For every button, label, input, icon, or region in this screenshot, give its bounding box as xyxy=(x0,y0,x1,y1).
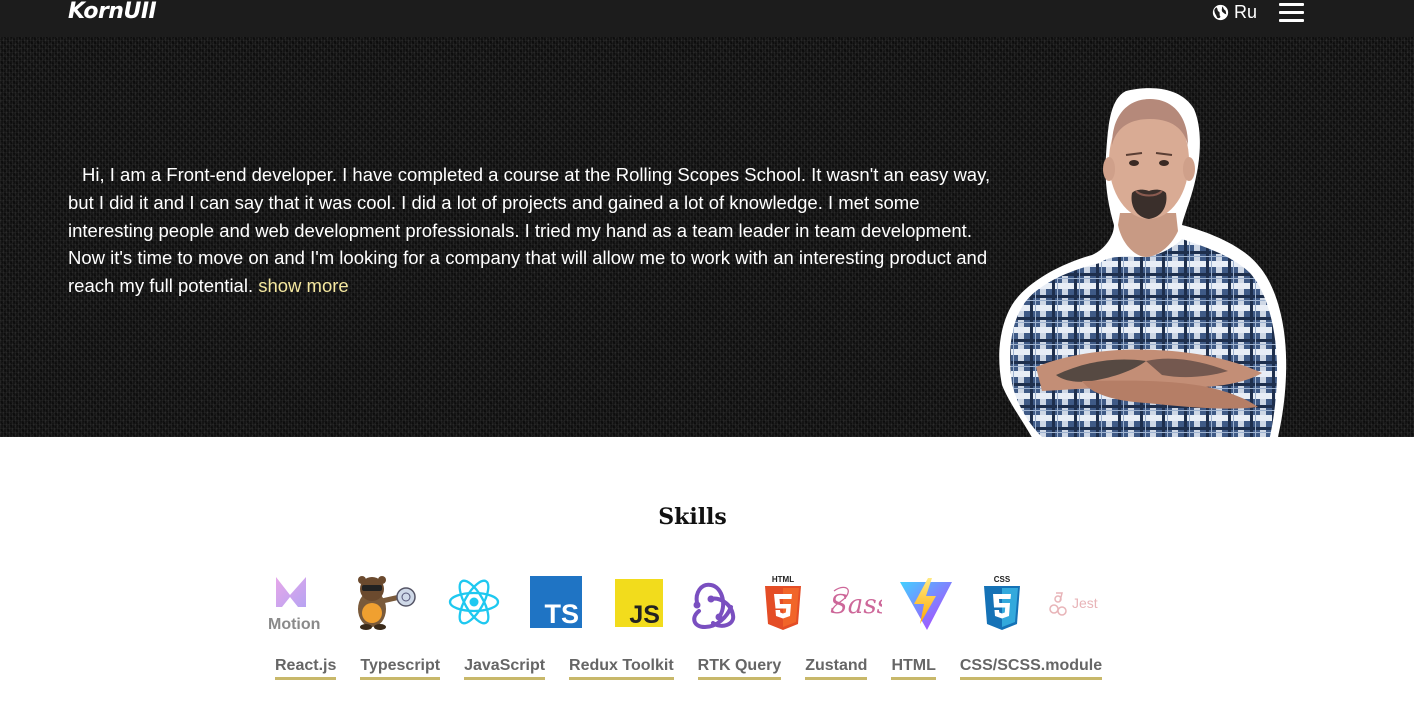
css3-icon: CSS xyxy=(984,575,1020,630)
html5-icon: HTML xyxy=(765,575,801,630)
hero-section: Hi, I am a Front-end developer. I have c… xyxy=(0,37,1414,437)
svg-text:Motion: Motion xyxy=(268,616,320,633)
skill-tab-zustand[interactable]: Zustand xyxy=(805,656,868,680)
svg-text:TS: TS xyxy=(544,599,579,628)
skill-tab-html[interactable]: HTML xyxy=(891,656,936,680)
javascript-icon: JS xyxy=(615,579,663,627)
sass-icon: Sass xyxy=(830,586,882,620)
redux-icon xyxy=(692,582,736,630)
svg-text:Jest: Jest xyxy=(1072,595,1098,611)
skill-tab-typescript[interactable]: Typescript xyxy=(360,656,441,680)
vite-icon xyxy=(900,578,952,630)
show-more-link[interactable]: show more xyxy=(258,275,348,296)
svg-text:CSS: CSS xyxy=(994,575,1011,584)
language-switch[interactable]: Ru xyxy=(1212,2,1257,22)
svg-text:JS: JS xyxy=(629,601,660,627)
skill-tab-redux-toolkit[interactable]: Redux Toolkit xyxy=(569,656,674,680)
svg-text:HTML: HTML xyxy=(772,575,794,584)
svg-text:Sass: Sass xyxy=(830,590,882,620)
intro-paragraph: Hi, I am a Front-end developer. I have c… xyxy=(68,164,991,297)
portrait-photo xyxy=(999,88,1287,437)
top-header: KornUII Ru xyxy=(0,0,1414,37)
jest-icon: Jest xyxy=(1049,592,1098,616)
react-icon xyxy=(448,579,500,625)
skill-tab-react[interactable]: React.js xyxy=(275,656,337,680)
skill-tab-javascript[interactable]: JavaScript xyxy=(464,656,546,680)
skill-tab-rtk-query[interactable]: RTK Query xyxy=(697,656,782,680)
globe-icon xyxy=(1212,4,1229,20)
rolling-scopes-icon xyxy=(358,576,416,630)
language-label: Ru xyxy=(1234,1,1258,22)
site-logo[interactable]: KornUII xyxy=(68,0,157,24)
skill-tab-css[interactable]: CSS/SCSS.module xyxy=(959,656,1103,680)
intro-text: Hi, I am a Front-end developer. I have c… xyxy=(68,161,998,300)
framer-motion-icon: Motion xyxy=(268,577,320,633)
skills-tab-list: React.js Typescript JavaScript Redux Too… xyxy=(275,656,1103,680)
typescript-icon: TS xyxy=(530,576,582,628)
skills-icon-carousel[interactable]: Motion TS JS HTML Sas CSS Jest xyxy=(268,573,1108,635)
skills-heading: Skills xyxy=(658,504,727,530)
menu-icon[interactable] xyxy=(1279,3,1304,22)
